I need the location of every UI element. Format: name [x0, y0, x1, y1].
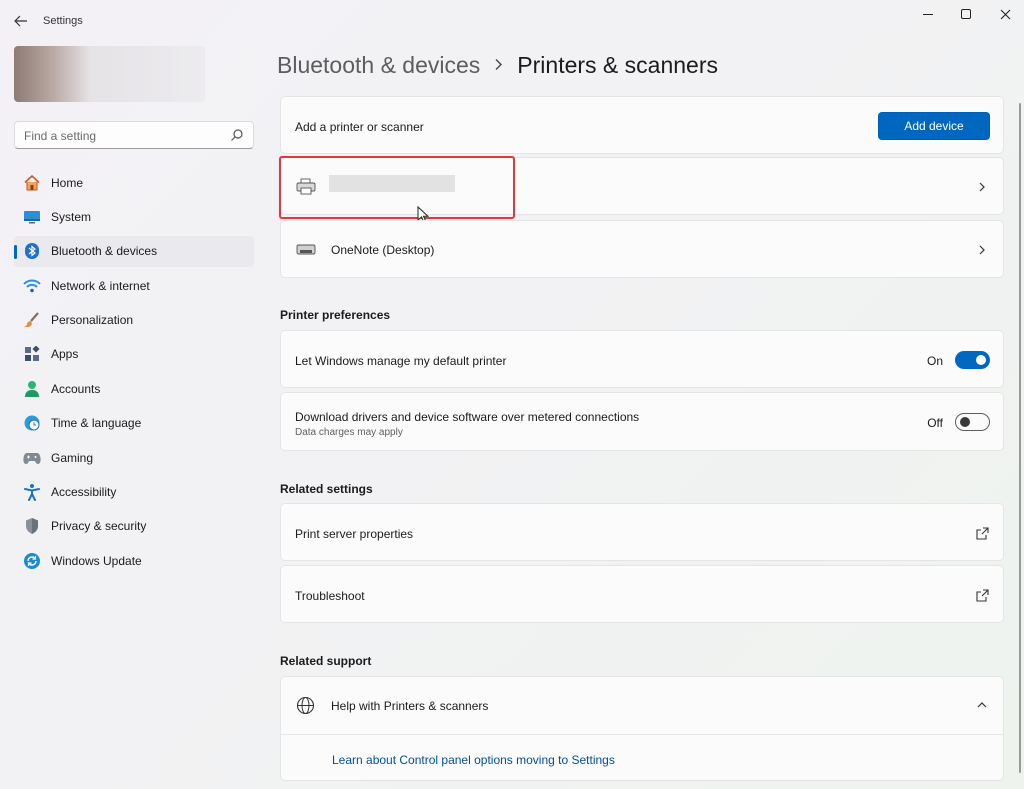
- add-printer-label: Add a printer or scanner: [295, 120, 424, 134]
- sidebar-item-privacy-security[interactable]: Privacy & security: [14, 511, 254, 542]
- system-icon: [22, 207, 42, 227]
- close-button[interactable]: [995, 6, 1015, 22]
- update-icon: [22, 551, 42, 571]
- sidebar-item-label: Time & language: [51, 416, 142, 431]
- title-bar: Settings: [0, 0, 1024, 40]
- section-title-related-settings: Related settings: [280, 482, 373, 496]
- accessibility-icon: [22, 482, 42, 502]
- default-printer-setting: Let Windows manage my default printer On: [280, 330, 1004, 388]
- breadcrumb-chevron-icon: [494, 55, 503, 76]
- back-arrow-icon[interactable]: [12, 12, 30, 30]
- globe-clock-icon: [22, 413, 42, 433]
- sidebar-item-label: Apps: [51, 347, 79, 362]
- breadcrumb-parent[interactable]: Bluetooth & devices: [277, 52, 480, 79]
- search-placeholder: Find a setting: [24, 129, 97, 143]
- home-icon: [22, 173, 42, 193]
- apps-icon: [22, 344, 42, 364]
- sidebar-item-label: Accessibility: [51, 485, 117, 500]
- printer-item[interactable]: OneNote (Desktop): [280, 220, 1004, 278]
- sidebar-item-label: Gaming: [51, 450, 94, 465]
- sidebar-item-network[interactable]: Network & internet: [14, 270, 254, 301]
- maximize-button[interactable]: [956, 6, 976, 22]
- close-icon: [1000, 9, 1010, 19]
- bluetooth-icon: [22, 241, 42, 261]
- add-device-button[interactable]: Add device: [878, 112, 990, 140]
- sidebar-item-accounts[interactable]: Accounts: [14, 373, 254, 404]
- toggle-knob: [976, 355, 986, 365]
- sidebar-item-label: Network & internet: [51, 278, 150, 293]
- print-server-properties-link[interactable]: Print server properties: [280, 503, 1004, 561]
- wifi-icon: [22, 276, 42, 296]
- sidebar-nav: Home System Bluetooth & devices Network …: [14, 167, 254, 580]
- help-expander: Help with Printers & scanners Learn abou…: [280, 676, 1004, 781]
- default-printer-toggle[interactable]: [955, 351, 990, 369]
- search-input[interactable]: Find a setting: [14, 121, 254, 149]
- sidebar-item-label: Accounts: [51, 381, 101, 396]
- printer-name: OneNote (Desktop): [331, 243, 435, 257]
- sidebar-item-apps[interactable]: Apps: [14, 339, 254, 370]
- search-icon: [231, 129, 243, 141]
- sidebar-item-bluetooth-devices[interactable]: Bluetooth & devices: [14, 235, 254, 267]
- toggle-state-off: Off: [927, 416, 943, 430]
- accounts-icon: [22, 379, 42, 399]
- print-server-properties-label: Print server properties: [295, 527, 414, 541]
- toggle-state-on: On: [926, 354, 943, 368]
- metered-download-toggle[interactable]: [955, 413, 990, 431]
- chevron-up-icon: [977, 702, 987, 708]
- sidebar-item-gaming[interactable]: Gaming: [14, 442, 254, 473]
- sidebar-item-home[interactable]: Home: [14, 167, 254, 198]
- toggle-knob: [960, 417, 970, 427]
- metered-download-setting: Download drivers and device software ove…: [280, 392, 1004, 451]
- sidebar-item-label: System: [51, 209, 92, 224]
- add-printer-card: Add a printer or scanner Add device: [280, 96, 1004, 154]
- page-title: Printers & scanners: [517, 51, 718, 78]
- troubleshoot-link[interactable]: Troubleshoot: [280, 565, 1004, 623]
- brush-icon: [22, 310, 42, 330]
- section-title-related-support: Related support: [280, 654, 372, 668]
- sidebar-item-label: Bluetooth & devices: [51, 244, 158, 259]
- control-panel-link[interactable]: Learn about Control panel options moving…: [332, 753, 615, 767]
- sidebar-item-label: Windows Update: [51, 553, 142, 568]
- minimize-button[interactable]: [918, 6, 938, 22]
- section-title-printer-preferences: Printer preferences: [280, 308, 391, 322]
- sidebar-item-time-language[interactable]: Time & language: [14, 408, 254, 439]
- chevron-right-icon: [979, 182, 985, 192]
- external-link-icon: [976, 589, 989, 602]
- metered-download-label: Download drivers and device software ove…: [295, 410, 640, 424]
- external-link-icon: [976, 527, 989, 540]
- sidebar-item-label: Personalization: [51, 313, 134, 328]
- sidebar-item-windows-update[interactable]: Windows Update: [14, 545, 254, 576]
- user-profile-avatar[interactable]: [14, 46, 205, 102]
- globe-help-icon: [296, 696, 315, 715]
- scrollbar[interactable]: [1019, 103, 1021, 773]
- help-label: Help with Printers & scanners: [331, 699, 489, 713]
- breadcrumb: Bluetooth & devices Printers & scanners: [277, 50, 718, 80]
- sidebar-item-accessibility[interactable]: Accessibility: [14, 477, 254, 508]
- gamepad-icon: [22, 448, 42, 468]
- maximize-icon: [961, 9, 971, 19]
- printer-icon: [296, 244, 316, 255]
- metered-download-sublabel: Data charges may apply: [295, 427, 403, 438]
- sidebar-item-system[interactable]: System: [14, 201, 254, 232]
- troubleshoot-label: Troubleshoot: [295, 589, 365, 603]
- sidebar-item-label: Privacy & security: [51, 519, 147, 534]
- sidebar-item-label: Home: [51, 175, 84, 190]
- minimize-icon: [923, 13, 933, 15]
- sidebar-item-personalization[interactable]: Personalization: [14, 305, 254, 336]
- help-expander-header[interactable]: Help with Printers & scanners: [281, 677, 1003, 734]
- chevron-right-icon: [979, 245, 985, 255]
- shield-icon: [22, 516, 42, 536]
- highlight-box: [279, 156, 515, 219]
- default-printer-label: Let Windows manage my default printer: [295, 354, 507, 368]
- app-title: Settings: [43, 15, 83, 27]
- help-expander-content: Learn about Control panel options moving…: [281, 735, 1003, 782]
